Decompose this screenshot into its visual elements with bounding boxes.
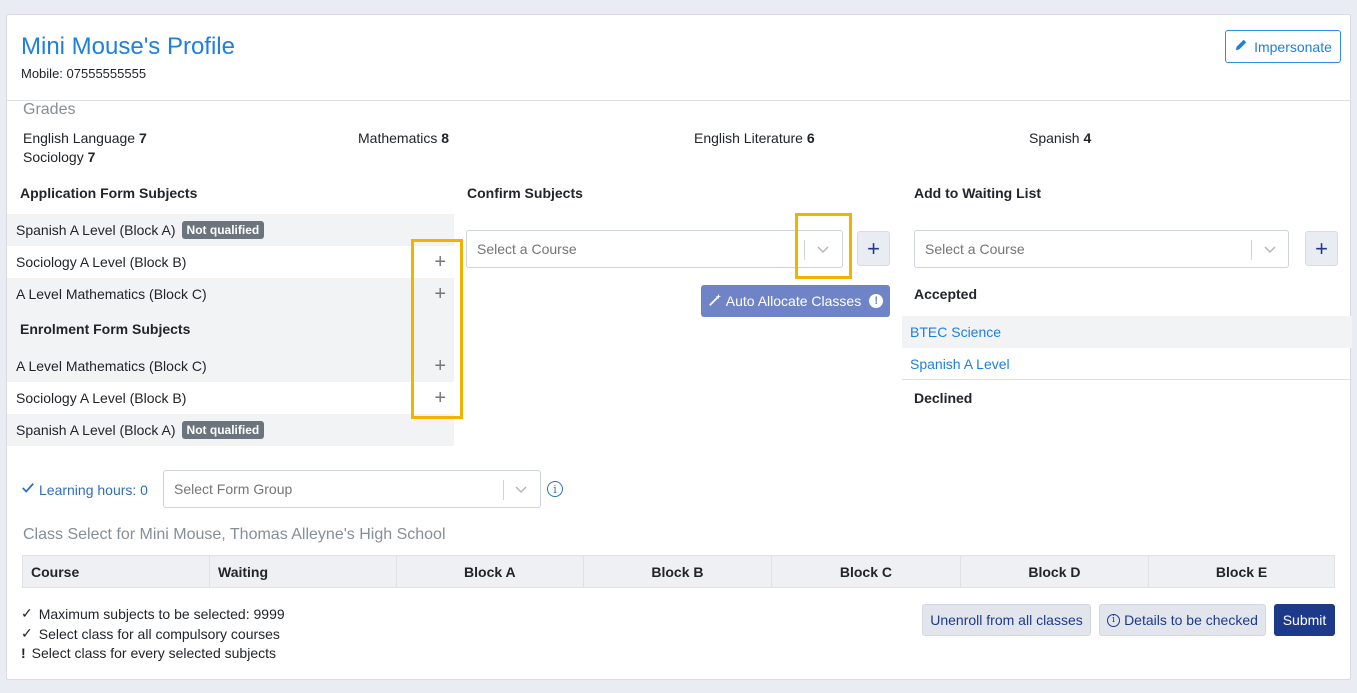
- grade-item: Mathematics 8: [358, 130, 450, 146]
- select-placeholder: Select Form Group: [174, 481, 293, 497]
- check-icon: [21, 481, 35, 498]
- column-header: Block E: [1148, 555, 1335, 588]
- check-icon: ✓: [21, 605, 33, 621]
- list-item: Sociology A Level (Block B) +: [16, 387, 446, 409]
- unenroll-button[interactable]: Unenroll from all classes: [922, 604, 1091, 636]
- details-button[interactable]: i Details to be checked: [1099, 604, 1266, 636]
- column-header: Block D: [959, 555, 1150, 588]
- declined-title: Declined: [914, 390, 973, 406]
- waiting-course-select[interactable]: Select a Course: [914, 230, 1289, 268]
- add-waiting-course-button[interactable]: +: [1305, 231, 1338, 266]
- select-placeholder: Select a Course: [925, 241, 1025, 257]
- column-header: Block A: [396, 555, 584, 588]
- auto-allocate-label: Auto Allocate Classes: [725, 293, 862, 309]
- magic-wand-icon: [708, 293, 722, 310]
- check-item: ! Select class for every selected subjec…: [21, 645, 277, 661]
- class-select-table: Course Waiting Block A Block B Block C B…: [22, 555, 1335, 588]
- check-item: ✓ Select class for all compulsory course…: [21, 625, 280, 642]
- column-header: Waiting: [209, 555, 397, 588]
- warning-icon: !: [21, 645, 26, 661]
- form-group-select[interactable]: Select Form Group: [163, 470, 541, 508]
- list-item: A Level Mathematics (Block C) +: [7, 278, 454, 310]
- confirm-course-select[interactable]: Select a Course: [466, 230, 843, 268]
- accepted-item[interactable]: BTEC Science: [902, 316, 1352, 348]
- mobile-number: Mobile: 07555555555: [21, 66, 147, 81]
- accepted-item[interactable]: Spanish A Level: [902, 348, 1352, 380]
- check-icon: ✓: [21, 625, 33, 641]
- impersonate-button[interactable]: Impersonate: [1225, 30, 1341, 63]
- list-item: Spanish A Level (Block A) Not qualified: [7, 414, 454, 446]
- grades-title: Grades: [23, 101, 76, 118]
- profile-header: Mini Mouse's Profile Mobile: 07555555555…: [7, 15, 1350, 101]
- info-icon: i: [1107, 613, 1121, 627]
- waiting-list-title: Add to Waiting List: [914, 185, 1042, 201]
- highlight-box: [411, 239, 463, 419]
- check-item: ✓ Maximum subjects to be selected: 9999: [21, 605, 285, 622]
- application-form-title: Application Form Subjects: [20, 185, 198, 201]
- add-confirm-course-button[interactable]: +: [857, 231, 890, 266]
- impersonate-label: Impersonate: [1254, 38, 1332, 55]
- grade-item: English Literature 6: [694, 130, 815, 146]
- confirm-subjects-title: Confirm Subjects: [467, 185, 583, 201]
- column-header: Course: [22, 555, 210, 588]
- column-header: Block B: [582, 555, 773, 588]
- submit-button[interactable]: Submit: [1274, 604, 1335, 636]
- auto-allocate-button[interactable]: Auto Allocate Classes !: [701, 285, 890, 317]
- grade-item: Sociology 7: [23, 149, 96, 165]
- info-icon[interactable]: i: [547, 481, 563, 497]
- grade-item: Spanish 4: [1029, 130, 1092, 146]
- grade-item: English Language 7: [23, 130, 147, 146]
- alert-icon: !: [869, 294, 884, 308]
- status-badge: Not qualified: [181, 421, 265, 439]
- enrolment-form-title: Enrolment Form Subjects: [20, 321, 191, 337]
- chevron-down-icon: [513, 481, 529, 497]
- list-item: Spanish A Level (Block A) Not qualified: [7, 214, 454, 246]
- list-item: A Level Mathematics (Block C) +: [7, 350, 454, 382]
- highlight-box: [795, 213, 852, 279]
- list-item: Sociology A Level (Block B) +: [16, 251, 446, 273]
- class-select-title: Class Select for Mini Mouse, Thomas Alle…: [23, 526, 446, 543]
- chevron-down-icon: [1262, 241, 1278, 257]
- accepted-title: Accepted: [914, 286, 978, 302]
- status-badge: Not qualified: [181, 221, 265, 239]
- page-title: Mini Mouse's Profile: [21, 33, 235, 60]
- column-header: Block C: [771, 555, 961, 588]
- profile-card: Mini Mouse's Profile Mobile: 07555555555…: [6, 14, 1352, 680]
- select-placeholder: Select a Course: [477, 241, 577, 257]
- pencil-icon: [1234, 38, 1248, 55]
- learning-hours: Learning hours: 0: [21, 481, 148, 498]
